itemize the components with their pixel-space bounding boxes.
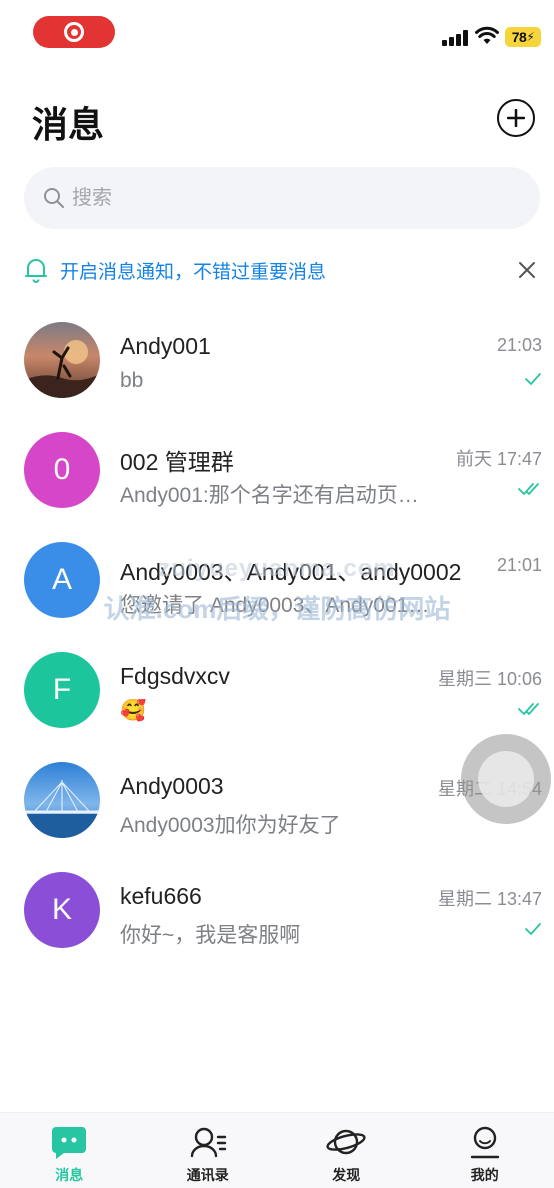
chat-name: kefu666 bbox=[120, 883, 202, 909]
avatar-letter: K bbox=[51, 893, 72, 926]
screen-recording-indicator[interactable] bbox=[33, 16, 115, 48]
chat-preview: Andy0003加你为好友了 bbox=[120, 814, 341, 837]
chat-preview: 你好~，我是客服啊 bbox=[120, 924, 301, 947]
close-icon[interactable] bbox=[515, 258, 539, 282]
single-check-icon bbox=[525, 373, 541, 386]
avatar: 0 bbox=[24, 432, 100, 508]
avatar-photo bbox=[24, 780, 100, 838]
charging-icon: ⚡ bbox=[526, 30, 535, 44]
avatar-letter: A bbox=[51, 563, 72, 596]
profile-icon bbox=[470, 1126, 499, 1159]
double-check-icon bbox=[518, 483, 539, 496]
assistive-touch-inner bbox=[478, 751, 534, 807]
chat-time: 21:03 bbox=[496, 335, 542, 355]
chat-time: 星期三 10:06 bbox=[437, 669, 542, 689]
search-icon bbox=[44, 188, 64, 208]
tab-label: 通讯录 bbox=[186, 1167, 229, 1183]
notification-banner[interactable]: 开启消息通知，不错过重要消息 bbox=[24, 250, 544, 290]
add-button[interactable] bbox=[497, 99, 535, 137]
tab-label: 消息 bbox=[55, 1167, 84, 1183]
chat-row[interactable]: A Andy0003、Andy001、andy0002 21:01 您邀请了 A… bbox=[0, 540, 554, 650]
battery-level: 78 bbox=[511, 29, 527, 45]
chat-preview: 🥰 bbox=[120, 699, 147, 722]
avatar: F bbox=[24, 652, 100, 728]
double-check-icon bbox=[518, 703, 539, 716]
planet-icon bbox=[326, 1129, 366, 1155]
tab-label: 发现 bbox=[332, 1167, 361, 1183]
avatar bbox=[24, 762, 100, 838]
avatar-letter: 0 bbox=[53, 453, 71, 486]
avatar-photo bbox=[24, 340, 100, 398]
tab-contacts[interactable]: 通讯录 bbox=[139, 1113, 278, 1188]
chat-list: Andy001 21:03 bb 0 002 管理群 前天 17:47 Andy… bbox=[0, 320, 554, 980]
notification-banner-text: 开启消息通知，不错过重要消息 bbox=[60, 261, 327, 283]
single-check-icon bbox=[525, 923, 541, 936]
tab-label: 我的 bbox=[470, 1167, 499, 1183]
tab-messages[interactable]: 消息 bbox=[0, 1113, 139, 1188]
status-bar: 78 ⚡ bbox=[0, 0, 554, 70]
chat-bubble-icon bbox=[52, 1127, 87, 1159]
chat-row[interactable]: 0 002 管理群 前天 17:47 Andy001:那个名字还有启动页… bbox=[0, 430, 554, 540]
bell-icon bbox=[25, 259, 47, 283]
search-bar[interactable] bbox=[24, 167, 540, 229]
avatar: K bbox=[24, 872, 100, 948]
bottom-tab-bar: 消息 通讯录 发现 我的 bbox=[0, 1112, 554, 1188]
avatar bbox=[24, 322, 100, 398]
contacts-icon bbox=[190, 1127, 226, 1158]
chat-name: Fdgsdvxcv bbox=[120, 663, 230, 689]
chat-name: Andy001 bbox=[120, 333, 211, 359]
chat-time: 星期二 13:47 bbox=[437, 889, 542, 909]
chat-name: 002 管理群 bbox=[120, 449, 234, 475]
chat-name: Andy0003、Andy001、andy0002 bbox=[120, 559, 462, 585]
chat-preview: Andy001:那个名字还有启动页… bbox=[120, 484, 419, 507]
tab-discover[interactable]: 发现 bbox=[277, 1113, 416, 1188]
search-input[interactable] bbox=[72, 186, 472, 210]
avatar: A bbox=[24, 542, 100, 618]
chat-time: 前天 17:47 bbox=[455, 449, 542, 469]
chat-preview: 您邀请了 Andy0003、Andy001… bbox=[120, 594, 430, 617]
assistive-touch-button[interactable] bbox=[461, 734, 551, 824]
avatar-letter: F bbox=[52, 673, 72, 706]
cellular-signal-icon bbox=[442, 30, 469, 46]
chat-row[interactable]: F Fdgsdvxcv 星期三 10:06 🥰 bbox=[0, 650, 554, 760]
wifi-icon bbox=[475, 26, 499, 44]
battery-indicator: 78 ⚡ bbox=[505, 27, 541, 47]
tab-profile[interactable]: 我的 bbox=[416, 1113, 554, 1188]
plus-icon bbox=[507, 109, 525, 127]
page-title: 消息 bbox=[32, 104, 105, 145]
chat-time: 21:01 bbox=[496, 555, 542, 575]
chat-preview: bb bbox=[120, 369, 144, 392]
record-icon bbox=[64, 22, 84, 42]
chat-row[interactable]: K kefu666 星期二 13:47 你好~，我是客服啊 bbox=[0, 870, 554, 980]
chat-name: Andy0003 bbox=[120, 773, 224, 799]
chat-row[interactable]: Andy001 21:03 bb bbox=[0, 320, 554, 430]
